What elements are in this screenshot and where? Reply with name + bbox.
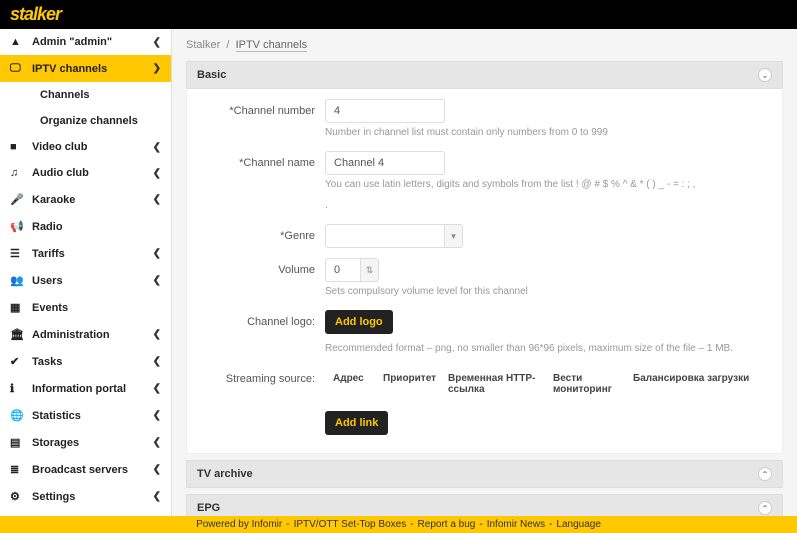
sidebar-item-admin[interactable]: ▲ Admin "admin" ❮ xyxy=(0,29,171,55)
chevron-left-icon: ❮ xyxy=(153,194,161,205)
chevron-left-icon: ❮ xyxy=(153,464,161,475)
chevron-left-icon: ❮ xyxy=(153,491,161,502)
chevron-left-icon: ❮ xyxy=(153,329,161,340)
chevron-left-icon: ❮ xyxy=(153,356,161,367)
footer-link-boxes[interactable]: IPTV/OTT Set-Top Boxes xyxy=(294,519,407,530)
volume-input[interactable] xyxy=(325,258,361,282)
sidebar-item-tasks[interactable]: ✔Tasks❮ xyxy=(0,348,171,375)
channel-number-help: Number in channel list must contain only… xyxy=(325,126,774,139)
label: IPTV channels xyxy=(32,63,153,75)
sidebar-item-tariffs[interactable]: ☰Tariffs❮ xyxy=(0,240,171,267)
footer-link-news[interactable]: Infomir News xyxy=(487,519,545,530)
chevron-left-icon: ❮ xyxy=(153,37,161,48)
users-icon: 👥 xyxy=(10,274,26,287)
chevron-left-icon: ❮ xyxy=(153,168,161,179)
info-icon: ℹ xyxy=(10,382,26,395)
tv-icon: 🖵 xyxy=(10,62,26,75)
calendar-icon: ▦ xyxy=(10,301,26,314)
source-columns-header: Адрес Приоритет Временная HTTP-ссылка Ве… xyxy=(325,371,774,397)
sidebar-item-broadcast[interactable]: ≣Broadcast servers❮ xyxy=(0,456,171,483)
topbar: stalker xyxy=(0,0,797,29)
chevron-left-icon: ❮ xyxy=(153,437,161,448)
list-icon: ☰ xyxy=(10,247,26,260)
chevron-left-icon: ❮ xyxy=(153,383,161,394)
sidebar-item-karaoke[interactable]: 🎤Karaoke❮ xyxy=(0,186,171,213)
sidebar-item-storages[interactable]: ▤Storages❮ xyxy=(0,429,171,456)
globe-icon: 🌐 xyxy=(10,409,26,422)
add-link-button[interactable]: Add link xyxy=(325,411,388,435)
sidebar-item-administration[interactable]: 🏛Administration❮ xyxy=(0,321,171,348)
breadcrumb-current: IPTV channels xyxy=(236,39,308,52)
user-icon: ▲ xyxy=(10,36,26,48)
genre-dropdown-button[interactable]: ▾ xyxy=(445,224,463,248)
label: Admin "admin" xyxy=(32,36,153,48)
brand-logo: stalker xyxy=(10,4,61,25)
channel-number-label: *Channel number xyxy=(195,99,325,117)
panel-basic-header[interactable]: Basic ⌄ xyxy=(186,61,783,89)
genre-label: *Genre xyxy=(195,224,325,242)
chevron-left-icon: ❮ xyxy=(153,275,161,286)
volume-label: Volume xyxy=(195,258,325,276)
sidebar-item-video[interactable]: ■Video club❮ xyxy=(0,134,171,160)
radio-icon: 📢 xyxy=(10,220,26,233)
sidebar: ▲ Admin "admin" ❮ 🖵 IPTV channels ❯ Chan… xyxy=(0,29,172,516)
main-content: Stalker / IPTV channels Basic ⌄ *Channel… xyxy=(172,29,797,516)
chevron-left-icon: ❮ xyxy=(153,248,161,259)
gears-icon: ⚙ xyxy=(10,490,26,503)
sidebar-item-audio[interactable]: ♫Audio club❮ xyxy=(0,160,171,186)
expand-icon[interactable]: ⌃ xyxy=(758,501,772,515)
panel-epg-header[interactable]: EPG⌃ xyxy=(186,494,783,516)
footer: Powered by Infomir - IPTV/OTT Set-Top Bo… xyxy=(0,516,797,533)
building-icon: 🏛 xyxy=(10,328,26,341)
audio-icon: ♫ xyxy=(10,167,26,179)
sidebar-item-infoportal[interactable]: ℹInformation portal❮ xyxy=(0,375,171,402)
storage-icon: ▤ xyxy=(10,436,26,449)
panel-tv-archive-header[interactable]: TV archive⌃ xyxy=(186,460,783,488)
footer-link-language[interactable]: Language xyxy=(556,519,601,530)
sidebar-item-settings[interactable]: ⚙Settings❮ xyxy=(0,483,171,510)
volume-stepper-button[interactable]: ⇅ xyxy=(361,258,379,282)
collapse-icon[interactable]: ⌄ xyxy=(758,68,772,82)
add-logo-button[interactable]: Add logo xyxy=(325,310,393,334)
footer-powered: Powered by Infomir xyxy=(196,519,282,530)
panel-basic: Basic ⌄ *Channel number Number in channe… xyxy=(186,61,783,454)
sidebar-sub-channels[interactable]: Channels xyxy=(0,82,171,108)
expand-icon[interactable]: ⌃ xyxy=(758,467,772,481)
streaming-source-label: Streaming source: xyxy=(195,367,325,385)
sidebar-item-iptv[interactable]: 🖵 IPTV channels ❯ xyxy=(0,55,171,82)
breadcrumb-root[interactable]: Stalker xyxy=(186,39,220,51)
channel-number-input[interactable] xyxy=(325,99,445,123)
mic-icon: 🎤 xyxy=(10,193,26,206)
chevron-left-icon: ❮ xyxy=(153,410,161,421)
sidebar-item-users[interactable]: 👥Users❮ xyxy=(0,267,171,294)
logo-help: Recommended format – png, no smaller tha… xyxy=(325,342,774,355)
sidebar-sub-organize[interactable]: Organize channels xyxy=(0,108,171,134)
sidebar-item-radio[interactable]: 📢Radio xyxy=(0,213,171,240)
logo-label: Channel logo: xyxy=(195,310,325,328)
genre-select[interactable] xyxy=(325,224,445,248)
video-icon: ■ xyxy=(10,141,26,153)
chevron-left-icon: ❮ xyxy=(153,142,161,153)
channel-name-input[interactable] xyxy=(325,151,445,175)
server-icon: ≣ xyxy=(10,463,26,476)
chevron-down-icon: ❯ xyxy=(153,63,161,74)
breadcrumb: Stalker / IPTV channels xyxy=(186,39,783,51)
channel-name-label: *Channel name xyxy=(195,151,325,169)
check-icon: ✔ xyxy=(10,355,26,368)
sidebar-item-statistics[interactable]: 🌐Statistics❮ xyxy=(0,402,171,429)
sidebar-item-events[interactable]: ▦Events xyxy=(0,294,171,321)
footer-link-bug[interactable]: Report a bug xyxy=(418,519,476,530)
volume-help: Sets compulsory volume level for this ch… xyxy=(325,285,774,298)
channel-name-help: You can use latin letters, digits and sy… xyxy=(325,178,774,191)
